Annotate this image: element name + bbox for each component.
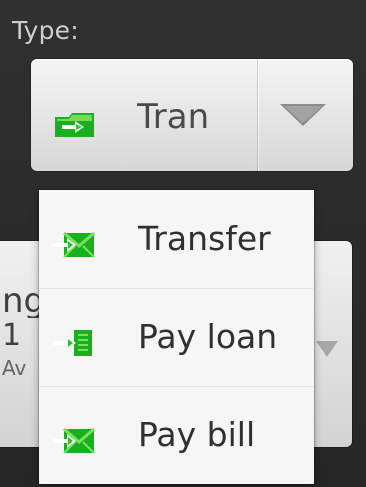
- selected-type-label: Tran: [137, 100, 210, 134]
- background-chevron-down-icon: [314, 339, 340, 359]
- background-account-line-2: 1: [2, 321, 22, 351]
- type-label: Type:: [12, 16, 79, 45]
- dropdown-item-pay-loan[interactable]: Pay loan: [39, 288, 314, 386]
- transaction-type-spinner[interactable]: Tran: [31, 59, 353, 171]
- selected-type-area[interactable]: Tran: [31, 59, 256, 171]
- transfer-envelope-icon: [51, 228, 98, 262]
- dropdown-item-transfer[interactable]: Transfer: [39, 190, 314, 288]
- dropdown-item-pay-loan-label: Pay loan: [138, 317, 278, 356]
- transaction-type-dropdown: Transfer Pay loan Pay bill: [39, 190, 314, 484]
- transaction-type-screen: Type: Tran ng 1 Av Transfer Pay loan Pay…: [0, 0, 366, 487]
- transfer-folder-icon: [53, 109, 96, 140]
- dropdown-item-pay-bill[interactable]: Pay bill: [39, 386, 314, 484]
- pay-bill-envelope-icon: [51, 424, 98, 458]
- chevron-down-icon[interactable]: [277, 101, 329, 129]
- pay-loan-icon: [51, 326, 98, 360]
- spinner-divider: [257, 59, 258, 171]
- dropdown-item-transfer-label: Transfer: [138, 219, 271, 258]
- dropdown-item-pay-bill-label: Pay bill: [138, 415, 256, 454]
- background-account-line-1: ng: [2, 284, 42, 318]
- background-account-line-3: Av: [2, 358, 27, 378]
